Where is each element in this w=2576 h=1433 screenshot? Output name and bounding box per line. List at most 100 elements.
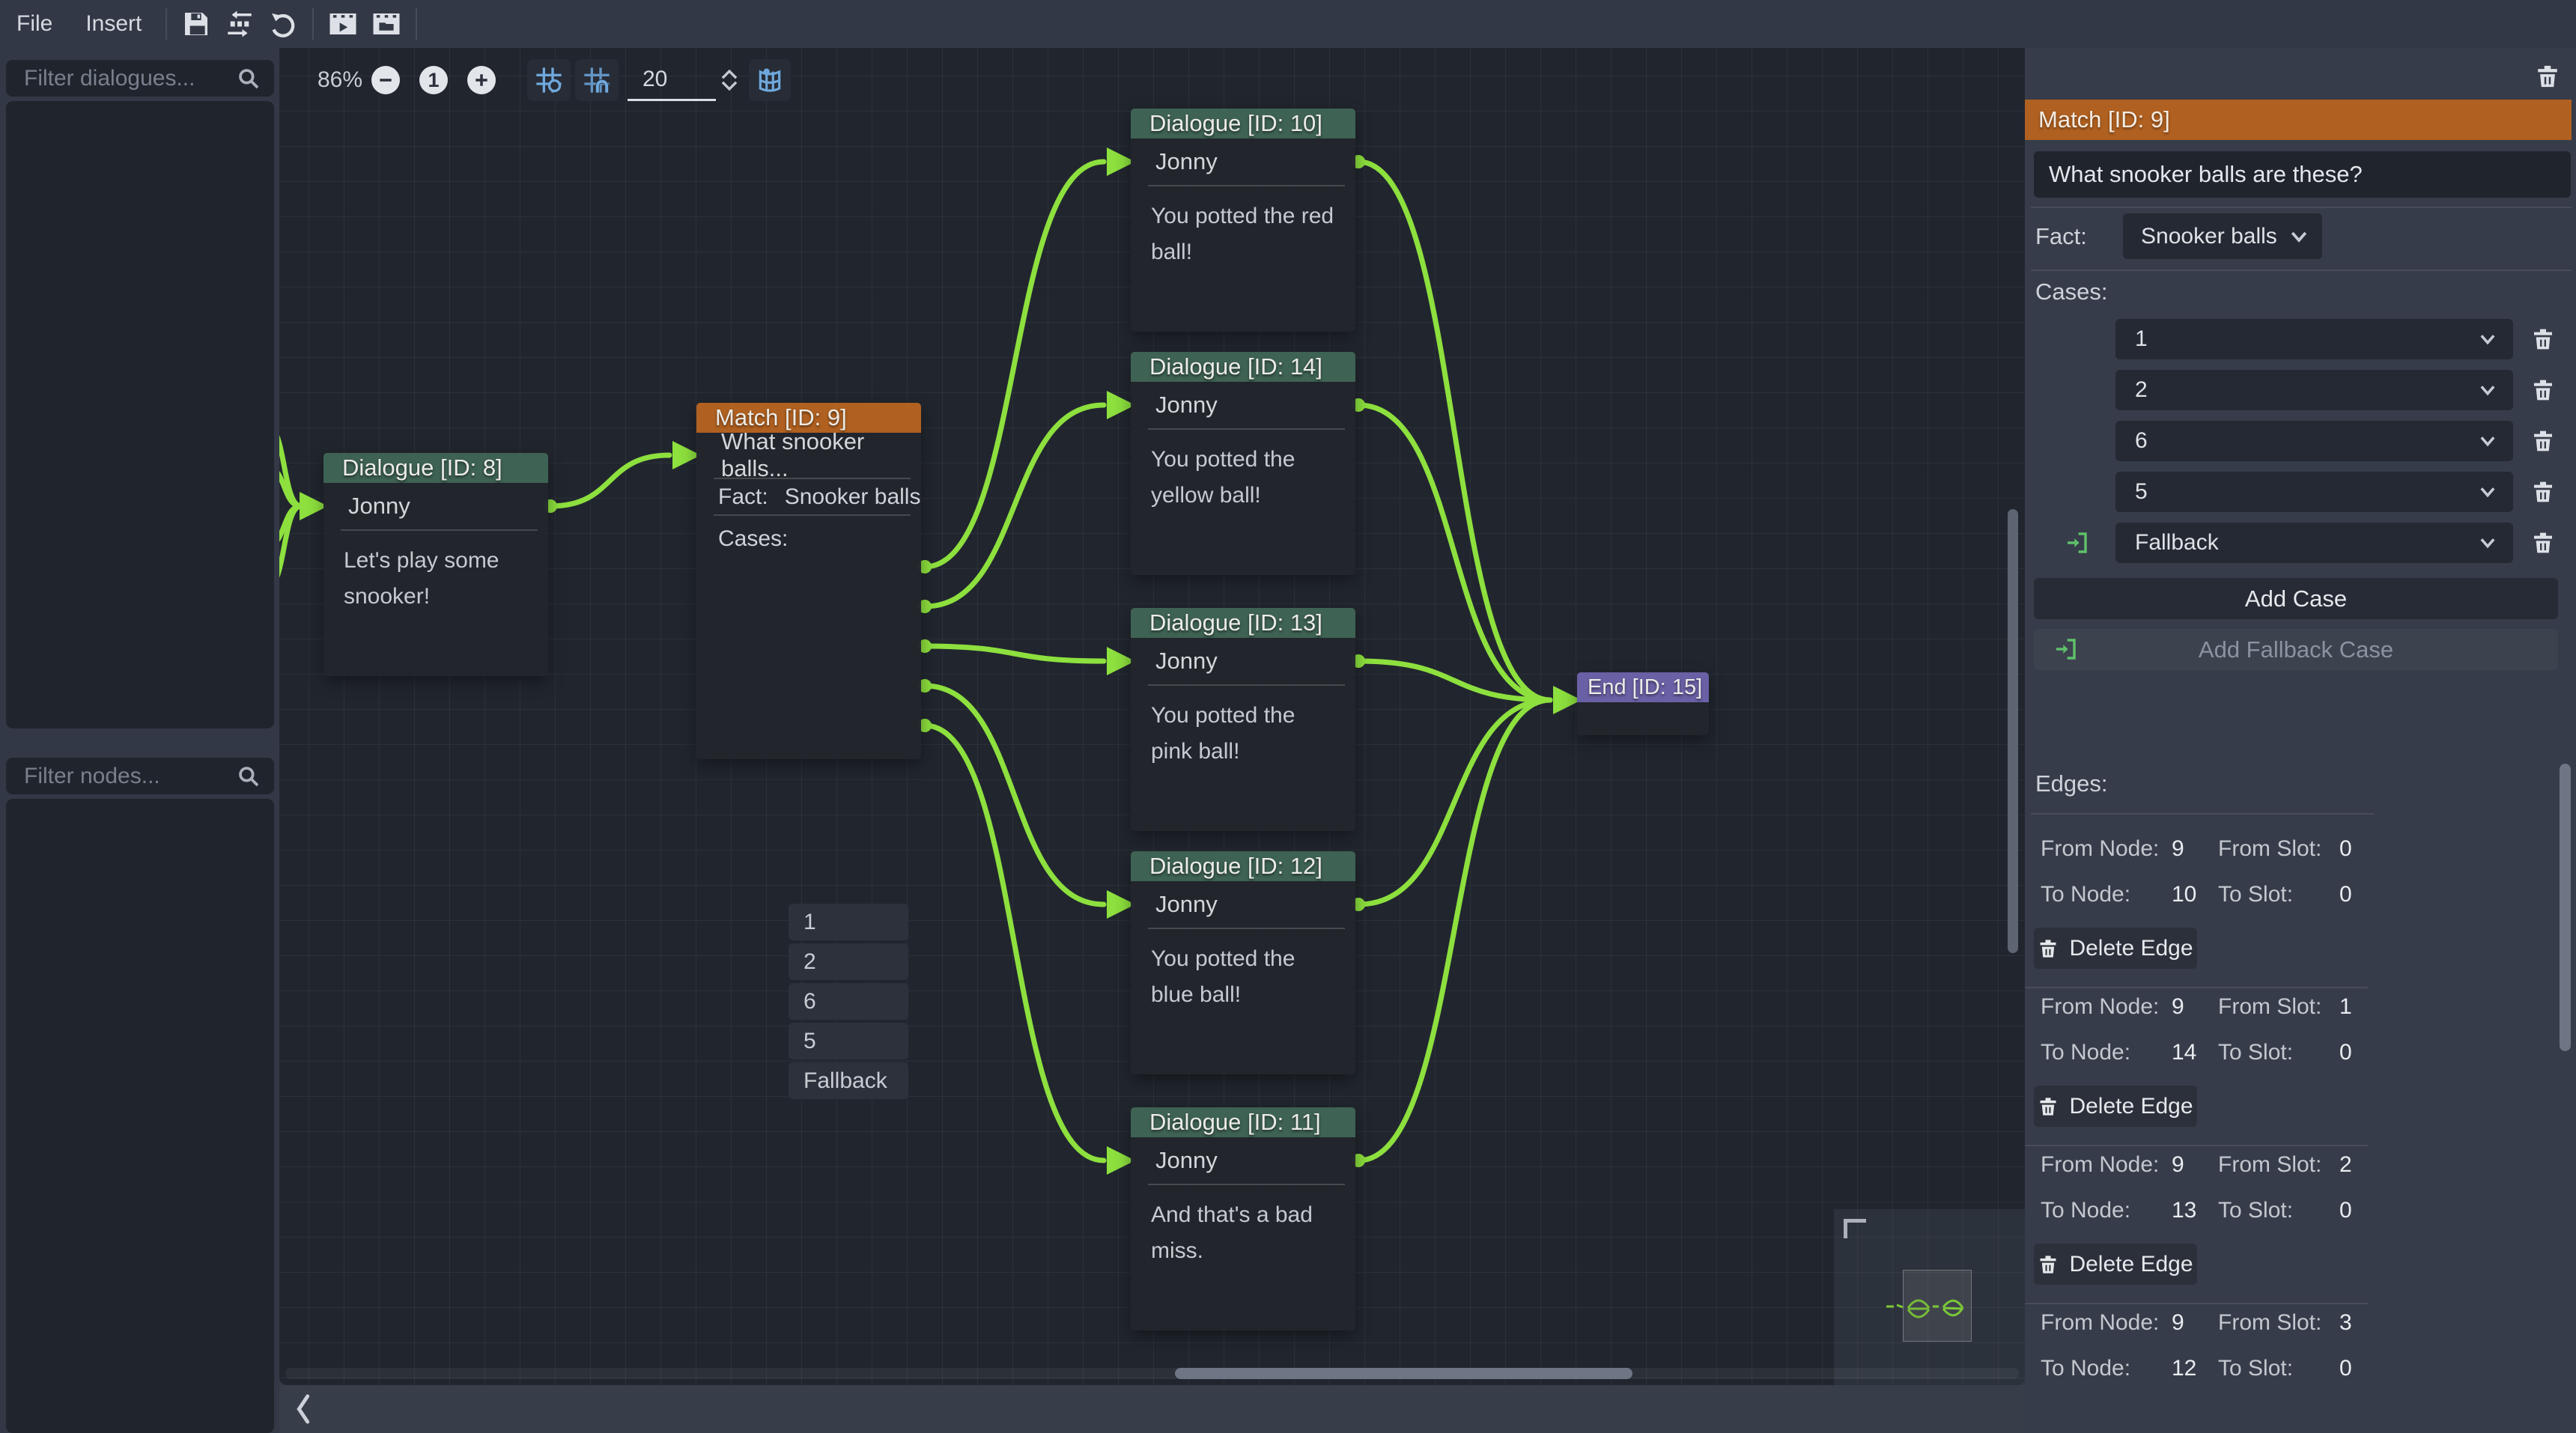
from-slot-value: 3 [2339,1310,2576,1336]
undo-icon [268,9,298,39]
case-row: 2 [2025,370,2576,410]
delete-edge-button[interactable]: Delete Edge [2034,1244,2197,1285]
toggle-minimap-button[interactable] [749,59,791,101]
canvas-hscrollbar[interactable] [285,1368,2019,1379]
node-list-item[interactable] [6,809,274,851]
node-list-item[interactable] [6,1221,274,1262]
node-list-item[interactable] [6,1345,274,1386]
graph-node-dialogue-13[interactable]: Dialogue [ID: 13] Jonny You potted the p… [1131,608,1355,831]
node-list-item[interactable] [6,1015,274,1056]
fact-label: Fact: [718,484,768,510]
question-input[interactable] [2034,151,2571,198]
delete-case-button[interactable] [2530,479,2557,506]
graph-canvas[interactable]: Dialogue [ID: 8] Jonny Let's play some s… [279,48,2025,1385]
undo-button[interactable] [261,2,305,46]
chevron-down-icon [2477,481,2498,502]
fallback-enter-icon [2053,637,2077,667]
grid-snap-icon [582,65,612,95]
delete-node-button[interactable] [2531,60,2564,93]
node-list-item[interactable] [6,1056,274,1098]
dialogues-filter [6,60,274,97]
swap-arrows-icon [224,8,255,40]
open-dialogue-folder-button[interactable] [365,2,408,46]
graph-node-dialogue-14[interactable]: Dialogue [ID: 14] Jonny You potted the y… [1131,352,1355,575]
node-title: Dialogue [ID: 13] [1131,608,1355,638]
menu-insert[interactable]: Insert [69,0,158,48]
delete-case-button[interactable] [2530,326,2557,353]
edge-entry: From Node: 9 From Slot: 2 To Node: 13 To… [2025,1146,2576,1304]
add-case-button[interactable]: Add Case [2034,578,2558,619]
menu-file[interactable]: File [0,0,69,48]
case-value-select[interactable]: 2 [2115,370,2513,410]
delete-edge-button[interactable]: Delete Edge [2034,928,2197,969]
snap-distance-spinner[interactable] [716,59,743,101]
add-fallback-case-button[interactable]: Add Fallback Case [2034,629,2558,670]
case-value-select[interactable]: 1 [2115,319,2513,359]
node-list-item[interactable] [6,1262,274,1303]
node-speaker: Jonny [1131,881,1355,928]
clapper-play-icon [327,8,359,40]
case-row: 1 [2025,319,2576,359]
graph-node-dialogue-11[interactable]: Dialogue [ID: 11] Jonny And that's a bad… [1131,1107,1355,1330]
graph-node-end-15[interactable]: End [ID: 15] [1577,672,1709,735]
menubar-separator [416,8,417,40]
node-question: What snooker balls... [696,433,921,478]
canvas-vscrollbar-thumb[interactable] [2008,509,2018,953]
to-node-value: 10 [2172,882,2218,907]
graph-node-dialogue-10[interactable]: Dialogue [ID: 10] Jonny You potted the r… [1131,109,1355,332]
fact-select[interactable]: Snooker balls [2123,213,2322,259]
graph-node-dialogue-12[interactable]: Dialogue [ID: 12] Jonny You potted the b… [1131,851,1355,1074]
zoom-in-button[interactable] [467,66,496,94]
node-list-item[interactable] [6,1386,274,1427]
delete-case-button[interactable] [2530,428,2557,455]
graph-node-dialogue-8[interactable]: Dialogue [ID: 8] Jonny Let's play some s… [323,453,548,676]
case-value-select[interactable]: Fallback [2115,523,2513,563]
play-dialogue-button[interactable] [321,2,365,46]
save-button[interactable] [174,2,218,46]
grid-visibility-icon [534,65,564,95]
to-slot-value: 0 [2339,1040,2576,1065]
from-slot-label: From Slot: [2218,1152,2339,1178]
canvas-bottom-bar [279,1385,2025,1433]
node-list-item[interactable] [6,1180,274,1221]
node-text: You potted the blue ball! [1131,929,1355,1013]
case-value-select[interactable]: 6 [2115,421,2513,461]
node-list-item[interactable] [6,1303,274,1345]
zoom-level: 86% [318,67,371,93]
canvas-hscrollbar-thumb[interactable] [1175,1368,1632,1379]
node-list-item[interactable] [6,933,274,974]
node-speaker: Jonny [1131,382,1355,428]
node-list-item[interactable] [6,974,274,1015]
from-node-value: 9 [2172,1310,2218,1336]
graph-minimap[interactable] [1834,1209,2025,1385]
graph-node-match-9[interactable]: Match [ID: 9] What snooker balls... Fact… [696,403,921,759]
from-slot-value: 0 [2339,836,2576,862]
node-list-item[interactable] [6,851,274,892]
edge-to-row: To Node: 12 To Slot: 0 [2025,1356,2576,1379]
node-list-item[interactable] [6,1139,274,1180]
reorder-nodes-button[interactable] [218,2,261,46]
node-list-item[interactable] [6,892,274,933]
delete-case-button[interactable] [2530,377,2557,404]
delete-edge-label: Delete Edge [2069,1094,2193,1119]
search-icon [237,764,261,788]
case-value: 2 [2135,377,2148,403]
snap-distance-field[interactable]: 20 [628,59,716,101]
case-slot: 5 [789,1023,908,1059]
case-row: 6 [2025,421,2576,461]
dialogues-filter-input[interactable] [6,60,274,97]
zoom-out-button[interactable] [371,66,400,94]
toggle-grid-button[interactable] [527,59,571,101]
collapse-sidebar-button[interactable] [288,1393,318,1426]
delete-case-button[interactable] [2530,530,2557,557]
node-list-item[interactable] [6,1098,274,1139]
inspector-scrollbar-thumb[interactable] [2560,764,2571,1051]
zoom-reset-button[interactable]: 1 [419,66,448,94]
menu-bar: File Insert [0,0,2576,48]
nodes-filter-input[interactable] [6,758,274,794]
toggle-snap-button[interactable] [575,59,619,101]
dialogue-file-item[interactable] [6,112,274,153]
node-speaker: Jonny [1131,638,1355,684]
delete-edge-button[interactable]: Delete Edge [2034,1086,2197,1127]
case-value-select[interactable]: 5 [2115,472,2513,512]
